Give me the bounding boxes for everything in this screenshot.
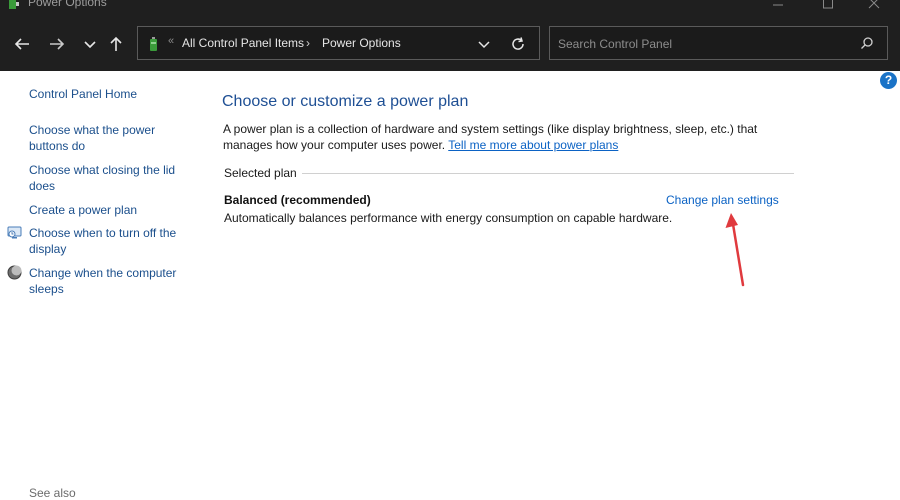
chevron-down-icon[interactable] [476, 36, 492, 52]
navigation-bar: « All Control Panel Items › Power Option… [0, 18, 900, 71]
breadcrumb-power-options[interactable]: Power Options [322, 36, 401, 50]
up-button[interactable] [104, 32, 128, 56]
help-button[interactable]: ? [880, 72, 897, 89]
breadcrumb-separator[interactable]: › [306, 36, 310, 50]
help-icon: ? [884, 73, 893, 87]
control-panel-home-link[interactable]: Control Panel Home [29, 86, 189, 102]
breadcrumb-overflow[interactable]: « [168, 35, 174, 47]
maximize-button[interactable] [805, 0, 851, 12]
breadcrumb-all-control-panel-items[interactable]: All Control Panel Items [182, 36, 304, 50]
arrow-right-icon [50, 38, 65, 50]
arrow-up-icon [110, 36, 122, 51]
page-title: Choose or customize a power plan [222, 93, 469, 110]
chevron-down-icon [84, 41, 96, 49]
create-power-plan-link[interactable]: Create a power plan [29, 202, 189, 218]
display-icon [7, 226, 22, 239]
close-button[interactable] [851, 0, 897, 12]
description: A power plan is a collection of hardware… [223, 121, 783, 153]
recent-locations-button[interactable] [78, 32, 102, 56]
arrow-left-icon [14, 38, 29, 50]
power-options-icon [9, 0, 19, 9]
plan-name: Balanced (recommended) [224, 193, 371, 207]
change-plan-settings-link[interactable]: Change plan settings [666, 193, 779, 207]
close-icon [868, 0, 880, 9]
learn-more-link[interactable]: Tell me more about power plans [448, 138, 618, 152]
selected-plan-label: Selected plan [224, 166, 297, 180]
refresh-icon[interactable] [510, 36, 526, 52]
address-bar[interactable]: « All Control Panel Items › Power Option… [137, 26, 540, 60]
forward-button[interactable] [45, 32, 69, 56]
title-bar: Power Options [0, 0, 900, 18]
window-title: Power Options [28, 0, 107, 9]
divider [302, 173, 794, 174]
search-input[interactable] [556, 34, 850, 54]
computer-sleeps-link[interactable]: Change when the computer sleeps [29, 265, 189, 297]
power-options-icon [150, 37, 157, 51]
minimize-button[interactable] [755, 0, 801, 12]
plan-description: Automatically balances performance with … [224, 211, 673, 225]
search-box [549, 26, 888, 60]
back-button[interactable] [10, 32, 34, 56]
minimize-icon [773, 4, 783, 6]
power-buttons-link[interactable]: Choose what the power buttons do [29, 122, 189, 154]
annotation-arrow-icon [725, 213, 745, 287]
search-icon[interactable] [860, 36, 874, 50]
maximize-icon [823, 0, 833, 9]
turn-off-display-link[interactable]: Choose when to turn off the display [29, 225, 189, 257]
see-also-heading: See also [29, 486, 76, 500]
closing-lid-link[interactable]: Choose what closing the lid does [29, 162, 189, 194]
sleep-moon-icon [7, 265, 22, 280]
